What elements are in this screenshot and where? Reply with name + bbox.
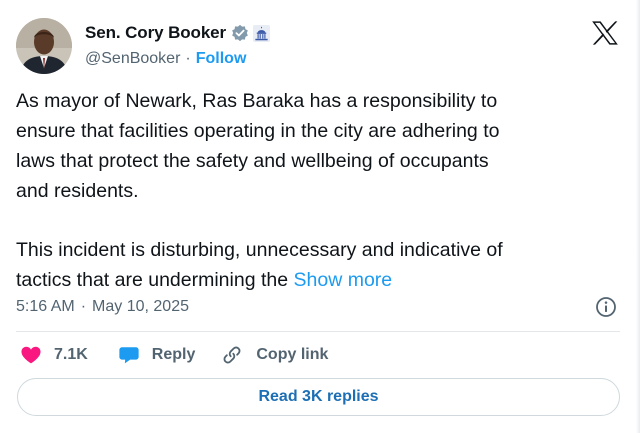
divider xyxy=(16,331,620,332)
tweet-date[interactable]: May 10, 2025 xyxy=(92,298,189,316)
reply-label: Reply xyxy=(151,346,196,363)
tweet-line: This incident is disturbing, unnecessary… xyxy=(16,239,503,261)
tweet-time[interactable]: 5:16 AM xyxy=(16,298,75,316)
show-more-link[interactable]: Show more xyxy=(294,269,393,291)
link-icon xyxy=(221,344,243,366)
follow-button[interactable]: Follow xyxy=(196,50,247,68)
copy-link-button[interactable]: Copy link xyxy=(221,344,328,366)
like-button[interactable]: 7.1K xyxy=(16,344,88,366)
capitol-building-icon[interactable] xyxy=(253,24,271,42)
card-edge-shadow xyxy=(636,0,640,433)
info-icon[interactable] xyxy=(595,296,617,318)
reply-button[interactable]: Reply xyxy=(118,344,196,366)
like-count: 7.1K xyxy=(54,346,88,363)
read-replies-button[interactable]: Read 3K replies xyxy=(17,378,620,416)
author-name[interactable]: Sen. Cory Booker xyxy=(85,23,226,43)
copy-link-label: Copy link xyxy=(256,346,329,363)
tweet-line: ensure that facilities operating in the … xyxy=(16,120,500,142)
speech-bubble-icon xyxy=(118,344,140,366)
tweet-line-last: tactics that are undermining the Show mo… xyxy=(16,265,616,295)
heart-icon xyxy=(20,344,42,366)
avatar-portrait xyxy=(16,18,72,74)
handle-row: @SenBooker · Follow xyxy=(85,48,246,70)
tweet-line: and residents. xyxy=(16,180,139,202)
author-name-row: Sen. Cory Booker xyxy=(85,22,271,44)
tweet-line: As mayor of Newark, Ras Baraka has a res… xyxy=(16,90,498,112)
x-logo-icon[interactable] xyxy=(591,20,619,46)
tweet-meta: 5:16 AM · May 10, 2025 xyxy=(16,296,189,318)
avatar[interactable] xyxy=(16,18,72,74)
separator-dot: · xyxy=(185,50,191,67)
tweet-text: As mayor of Newark, Ras Baraka has a res… xyxy=(16,86,616,295)
verified-badge-icon xyxy=(231,24,249,42)
action-bar: 7.1K Reply Copy link xyxy=(16,343,328,367)
tweet-card: Sen. Cory Booker @SenBooker · Follow As … xyxy=(0,0,640,433)
meta-separator: · xyxy=(80,298,87,315)
tweet-line-text: tactics that are undermining the xyxy=(16,269,289,291)
tweet-line: laws that protect the safety and wellbei… xyxy=(16,150,489,172)
author-handle[interactable]: @SenBooker xyxy=(85,50,180,68)
